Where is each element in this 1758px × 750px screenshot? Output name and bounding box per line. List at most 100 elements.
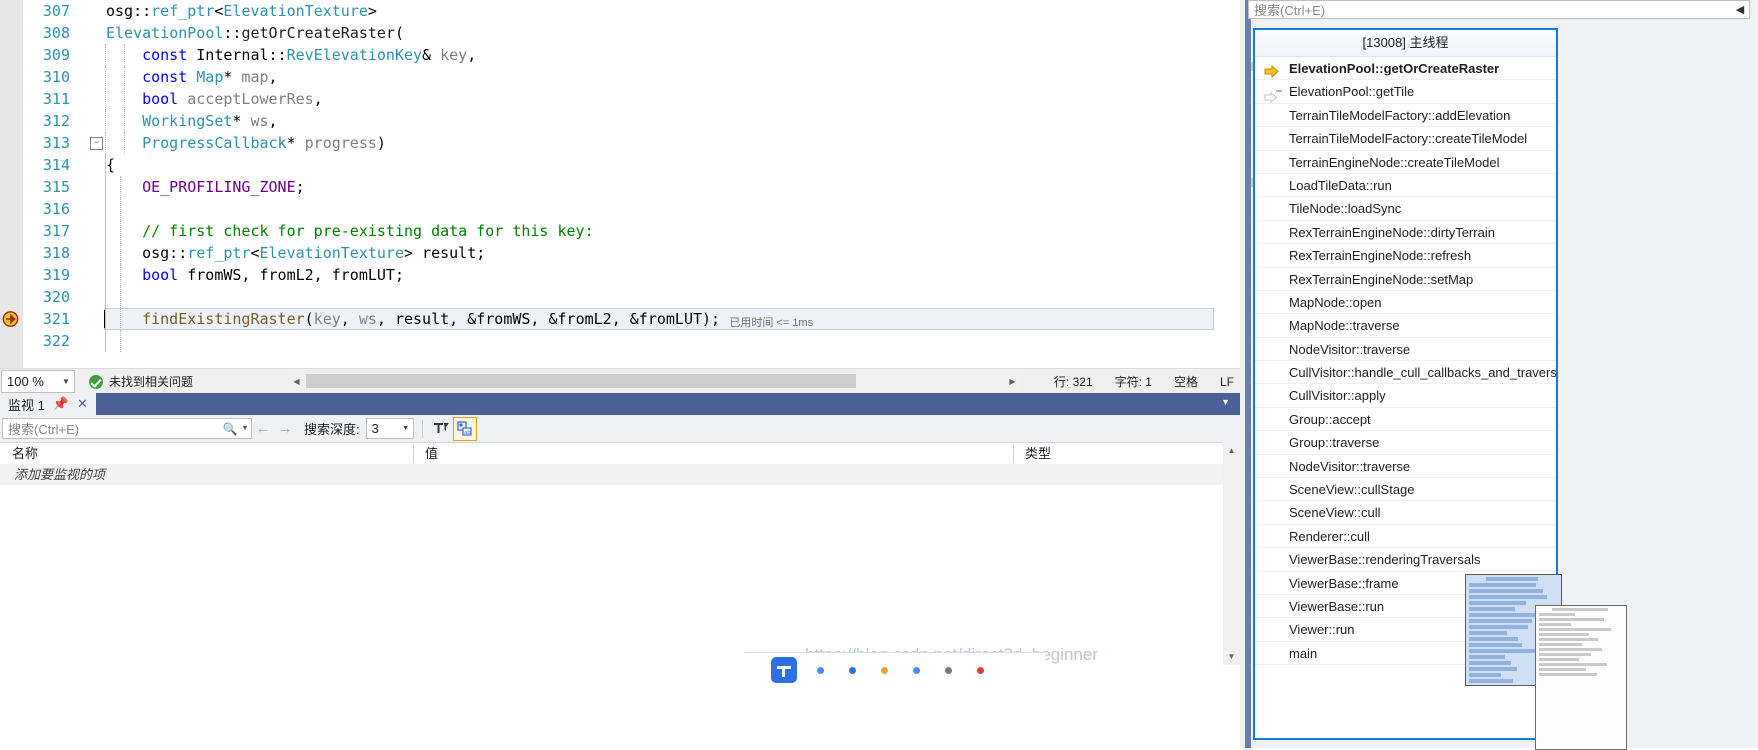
code-line[interactable]: 307 osg::ref_ptr<ElevationTexture> <box>0 0 1240 22</box>
scroll-up-arrow-icon[interactable]: ▲ <box>1223 442 1240 459</box>
code-text[interactable]: WorkingSet* ws, <box>142 110 277 132</box>
code-text[interactable]: osg::ref_ptr<ElevationTexture> result; <box>142 242 485 264</box>
code-text[interactable]: bool acceptLowerRes, <box>142 88 323 110</box>
code-line[interactable]: 321 findExistingRaster(key, ws, result, &… <box>0 308 1240 330</box>
line-number: 320 <box>42 288 70 306</box>
call-stack-frame[interactable]: MapNode::open <box>1255 291 1556 315</box>
call-stack-frame[interactable]: SceneView::cull <box>1255 501 1556 525</box>
call-stack-thread-header: [13008] 主线程 <box>1255 30 1556 57</box>
taskbar-dot-icon[interactable] <box>913 667 920 674</box>
code-text[interactable]: ProgressCallback* progress) <box>142 132 386 154</box>
call-stack-frame[interactable]: Renderer::cull <box>1255 525 1556 549</box>
editor-hscroll-thumb[interactable] <box>306 374 856 388</box>
call-stack-search-input[interactable]: 搜索(Ctrl+E) ◀ <box>1248 0 1750 19</box>
search-prev-button[interactable]: ← <box>252 420 274 437</box>
chevron-down-icon[interactable]: ▼ <box>239 425 251 432</box>
watch-col-type[interactable]: 类型 <box>1013 443 1223 465</box>
code-line[interactable]: 310 const Map* map, <box>0 66 1240 88</box>
watch-empty-row[interactable]: 添加要监视的项 <box>0 464 1240 485</box>
taskbar-dot-icon[interactable] <box>849 667 856 674</box>
code-text[interactable]: { <box>106 154 115 176</box>
editor-horizontal-scrollbar[interactable]: ◀ ▶ <box>288 371 1021 391</box>
watch-rows-area[interactable]: 添加要监视的项 <box>0 464 1240 665</box>
call-stack-frame[interactable]: CullVisitor::handle_cull_callbacks_and_t… <box>1255 361 1556 385</box>
zoom-level-combobox[interactable]: 100 % ▼ <box>1 370 75 393</box>
watch-search-input[interactable]: 搜索(Ctrl+E) 🔍 ▼ <box>2 418 252 439</box>
call-stack-frame[interactable]: RexTerrainEngineNode::dirtyTerrain <box>1255 221 1556 245</box>
code-text[interactable]: // first check for pre-existing data for… <box>142 220 594 242</box>
call-stack-frame[interactable]: NodeVisitor::traverse <box>1255 338 1556 362</box>
code-text[interactable]: const Internal::RevElevationKey& key, <box>142 44 476 66</box>
watch-panel-dropdown-icon[interactable]: ▼ <box>1221 397 1230 407</box>
indent-guide <box>124 132 125 154</box>
scroll-right-arrow-icon[interactable]: ▶ <box>1004 371 1021 391</box>
call-stack-frame[interactable]: TerrainEngineNode::createTileModel <box>1255 151 1556 174</box>
taskbar-dot-icon[interactable] <box>977 667 984 674</box>
code-line[interactable]: 311 bool acceptLowerRes, <box>0 88 1240 110</box>
search-depth-select[interactable]: 3 ▼ <box>365 418 414 439</box>
eol-indicator[interactable]: LF <box>1220 375 1234 389</box>
code-fold-toggle[interactable]: − <box>90 137 103 150</box>
code-line[interactable]: 309 const Internal::RevElevationKey& key, <box>0 44 1240 66</box>
call-stack-frame[interactable]: NodeVisitor::traverse <box>1255 455 1556 479</box>
indent-guide <box>105 330 106 352</box>
call-stack-frame[interactable]: TerrainTileModelFactory::createTileModel <box>1255 127 1556 151</box>
code-text[interactable]: osg::ref_ptr<ElevationTexture> <box>106 0 377 22</box>
indentation-indicator[interactable]: 空格 <box>1174 373 1198 390</box>
dock-splitter[interactable] <box>1245 0 1251 748</box>
code-editor-pane[interactable]: 307 osg::ref_ptr<ElevationTexture> 308 Elev… <box>0 0 1240 368</box>
search-next-button[interactable]: → <box>274 420 296 437</box>
search-icon[interactable]: ◀ <box>1731 3 1749 16</box>
call-stack-frame[interactable]: TileNode::loadSync <box>1255 197 1556 221</box>
call-stack-frame[interactable]: RexTerrainEngineNode::setMap <box>1255 268 1556 291</box>
code-line[interactable]: 322 <box>0 330 1240 352</box>
code-line[interactable]: 317 // first check for pre-existing data … <box>0 220 1240 242</box>
watch-col-value[interactable]: 值 <box>413 443 1013 465</box>
scroll-down-arrow-icon[interactable]: ▼ <box>1223 648 1240 665</box>
line-number: 315 <box>42 178 70 196</box>
code-text[interactable]: ElevationPool::getOrCreateRaster( <box>106 22 404 44</box>
problem-status-badge[interactable]: 未找到相关问题 <box>89 373 193 390</box>
pin-icon[interactable]: 📌 <box>53 396 69 412</box>
code-line[interactable]: 312 WorkingSet* ws, <box>0 110 1240 132</box>
code-text[interactable]: OE_PROFILING_ZONE; <box>142 176 305 198</box>
taskbar-dot-icon[interactable] <box>881 667 888 674</box>
search-icon[interactable]: 🔍 <box>221 422 239 436</box>
call-stack-frame-label: SceneView::cullStage <box>1289 482 1415 498</box>
call-stack-frame[interactable]: MapNode::traverse <box>1255 314 1556 338</box>
code-line[interactable]: 313 − ProgressCallback* progress) <box>0 132 1240 154</box>
call-stack-frame[interactable]: ElevationPool::getTile <box>1255 80 1556 104</box>
call-stack-frame[interactable]: TerrainTileModelFactory::addElevation <box>1255 104 1556 128</box>
code-line[interactable]: 315 OE_PROFILING_ZONE; <box>0 176 1240 198</box>
code-text[interactable]: const Map* map, <box>142 66 277 88</box>
watch-col-name[interactable]: 名称 <box>0 443 413 465</box>
code-line[interactable]: 314 { <box>0 154 1240 176</box>
filter-pin-icon[interactable] <box>431 418 453 440</box>
code-text[interactable]: bool fromWS, fromL2, fromLUT; <box>142 264 404 286</box>
code-line[interactable]: 319 bool fromWS, fromL2, fromLUT; <box>0 264 1240 286</box>
code-line[interactable]: 318 osg::ref_ptr<ElevationTexture> result… <box>0 242 1240 264</box>
code-line[interactable]: 316 <box>0 198 1240 220</box>
scroll-left-arrow-icon[interactable]: ◀ <box>288 371 305 391</box>
source-code-area[interactable]: 307 osg::ref_ptr<ElevationTexture> 308 Elev… <box>0 0 1240 368</box>
taskbar-dot-icon[interactable] <box>945 667 952 674</box>
call-stack-frame[interactable]: Group::traverse <box>1255 431 1556 455</box>
call-stack-frame[interactable]: LoadTileData::run <box>1255 174 1556 198</box>
hex-display-icon[interactable]: ab <box>452 416 477 441</box>
tab-watch-1[interactable]: 监视 1 📌 ✕ <box>0 393 96 415</box>
code-line[interactable]: 308 ElevationPool::getOrCreateRaster( <box>0 22 1240 44</box>
code-text[interactable]: findExistingRaster(key, ws, result, &fro… <box>142 308 720 330</box>
chevron-down-icon[interactable]: ▼ <box>58 377 74 386</box>
code-line[interactable]: 320 <box>0 286 1240 308</box>
call-stack-frame[interactable]: RexTerrainEngineNode::refresh <box>1255 244 1556 268</box>
call-stack-frame[interactable]: Group::accept <box>1255 408 1556 432</box>
call-stack-frame[interactable]: ViewerBase::renderingTraversals <box>1255 548 1556 572</box>
call-stack-frame[interactable]: SceneView::cullStage <box>1255 478 1556 502</box>
close-icon[interactable]: ✕ <box>77 396 88 412</box>
chevron-down-icon[interactable]: ▼ <box>399 425 413 432</box>
taskbar-dot-icon[interactable] <box>817 667 824 674</box>
watch-vertical-scrollbar[interactable]: ▲ ▼ <box>1223 442 1240 665</box>
call-stack-frame[interactable]: CullVisitor::apply <box>1255 384 1556 408</box>
call-stack-frame[interactable]: ElevationPool::getOrCreateRaster <box>1255 57 1556 81</box>
app-launcher-icon[interactable] <box>771 657 797 683</box>
